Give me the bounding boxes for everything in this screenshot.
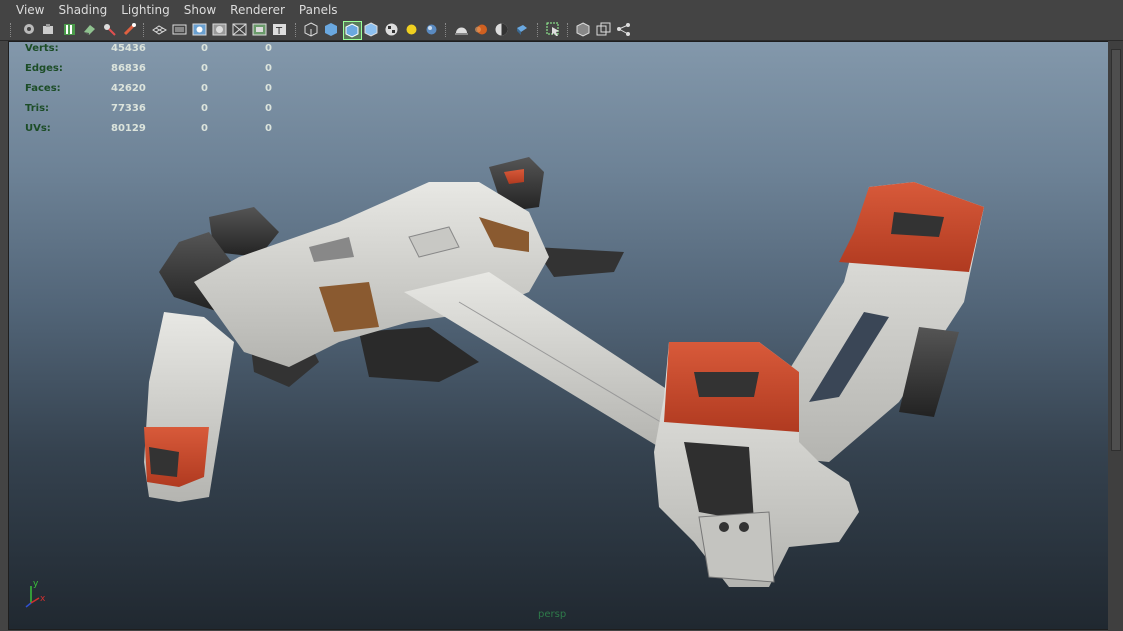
front-wing-bolt: [719, 522, 729, 532]
menu-show[interactable]: Show: [177, 0, 223, 20]
bookmark-icon[interactable]: [61, 21, 78, 38]
xray-icon[interactable]: [575, 21, 592, 38]
3d-viewport[interactable]: Verts: 45436 0 0 Edges: 86836 0 0 Faces:…: [8, 41, 1109, 630]
grid-icon[interactable]: [151, 21, 168, 38]
menu-view[interactable]: View: [0, 0, 51, 20]
camera-lock-icon[interactable]: [121, 21, 138, 38]
front-wing-bolt: [739, 522, 749, 532]
svg-text:T: T: [275, 26, 283, 37]
wireframe-on-shaded-icon[interactable]: [343, 21, 362, 40]
film-gate-icon[interactable]: [171, 21, 188, 38]
use-lights-icon[interactable]: [403, 21, 420, 38]
boom-panel-line: [458, 301, 670, 428]
toolbar-separator: [567, 23, 570, 37]
left-wing-vent: [149, 447, 179, 477]
front-wing-foot: [698, 511, 775, 583]
resolution-gate-icon[interactable]: [191, 21, 208, 38]
motion-blur-icon[interactable]: [473, 21, 490, 38]
textured-icon[interactable]: [383, 21, 400, 38]
camera-name-label: persp: [538, 609, 567, 620]
toolbar-separator: [10, 23, 13, 37]
menu-renderer[interactable]: Renderer: [223, 0, 292, 20]
axis-gizmo: y x: [25, 579, 46, 608]
menu-lighting[interactable]: Lighting: [114, 0, 177, 20]
toolbar-separator: [445, 23, 448, 37]
viewport-menu-bar: View Shading Lighting Show Renderer Pane…: [0, 0, 1123, 20]
underside-panel: [359, 327, 479, 382]
toolbar-separator: [295, 23, 298, 37]
axis-y-label: y: [33, 579, 39, 589]
gate-mask-icon[interactable]: [211, 21, 228, 38]
default-material-icon[interactable]: [363, 21, 380, 38]
anti-aliasing-icon[interactable]: [493, 21, 510, 38]
viewport-toolbar: T: [0, 20, 1123, 41]
camera-attributes-icon[interactable]: [40, 21, 57, 38]
right-fin-plate: [534, 247, 624, 277]
wireframe-icon[interactable]: [303, 21, 320, 38]
camera-select-icon[interactable]: [21, 21, 38, 38]
image-plane-icon[interactable]: [81, 21, 98, 38]
xray-joints-icon[interactable]: [615, 21, 632, 38]
grease-pencil-icon[interactable]: [101, 21, 118, 38]
depth-of-field-icon[interactable]: [513, 21, 530, 38]
menu-shading[interactable]: Shading: [51, 0, 114, 20]
isolate-select-icon[interactable]: [545, 21, 562, 38]
scrollbar-thumb[interactable]: [1111, 49, 1121, 451]
spaceship-model[interactable]: [9, 42, 1108, 629]
scrollbar-strip[interactable]: [1108, 41, 1123, 631]
xray-active-components-icon[interactable]: [595, 21, 612, 38]
front-wing-vent: [694, 372, 759, 397]
screen-space-ao-icon[interactable]: [453, 21, 470, 38]
safe-title-icon[interactable]: [251, 21, 268, 38]
field-chart-icon[interactable]: [231, 21, 248, 38]
toolbar-separator: [537, 23, 540, 37]
axis-x-label: x: [40, 594, 46, 604]
shadows-icon[interactable]: [423, 21, 440, 38]
toolbar-separator: [143, 23, 146, 37]
smooth-shade-icon[interactable]: [323, 21, 340, 38]
menu-panels[interactable]: Panels: [292, 0, 345, 20]
safe-action-icon[interactable]: T: [271, 21, 288, 38]
